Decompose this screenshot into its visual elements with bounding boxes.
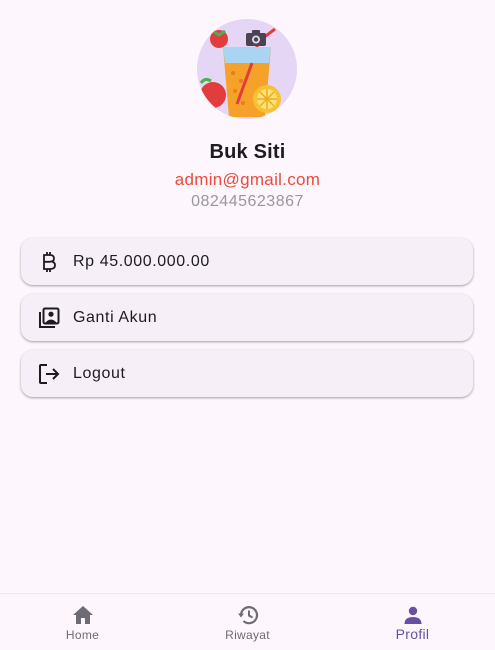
switch-account-label: Ganti Akun bbox=[73, 308, 158, 326]
logout-icon bbox=[37, 362, 61, 386]
profile-phone: 082445623867 bbox=[191, 193, 304, 210]
profile-name: Buk Siti bbox=[209, 141, 286, 163]
history-icon bbox=[237, 604, 259, 626]
home-icon bbox=[72, 604, 94, 626]
nav-riwayat[interactable]: Riwayat bbox=[165, 594, 330, 650]
balance-tile[interactable]: Rp 45.000.000.00 bbox=[21, 238, 473, 285]
person-icon bbox=[402, 604, 424, 626]
profile-avatar[interactable] bbox=[197, 19, 297, 119]
nav-profil[interactable]: Profil bbox=[330, 594, 495, 650]
switch-account-tile[interactable]: Ganti Akun bbox=[21, 294, 473, 341]
nav-home-label: Home bbox=[65, 628, 100, 642]
bitcoin-icon bbox=[37, 250, 61, 274]
logout-tile[interactable]: Logout bbox=[21, 350, 473, 397]
switch-account-icon bbox=[37, 306, 61, 330]
logout-label: Logout bbox=[73, 364, 126, 382]
bottom-navigation: Home Riwayat Profil bbox=[0, 593, 495, 650]
balance-label: Rp 45.000.000.00 bbox=[73, 252, 210, 270]
nav-home[interactable]: Home bbox=[0, 594, 165, 650]
camera-icon[interactable] bbox=[245, 29, 267, 47]
nav-riwayat-label: Riwayat bbox=[225, 628, 270, 642]
nav-profil-label: Profil bbox=[395, 626, 430, 642]
profile-email: admin@gmail.com bbox=[174, 170, 321, 189]
